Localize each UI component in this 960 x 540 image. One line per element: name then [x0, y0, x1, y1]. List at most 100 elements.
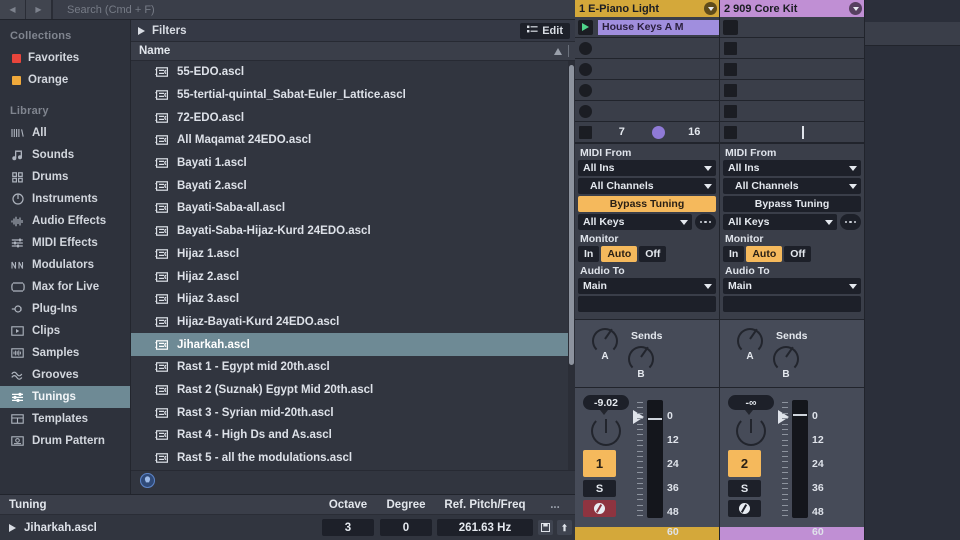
search-input[interactable]: Search (Cmd + F) [52, 0, 575, 19]
keys-select[interactable]: All Keys [578, 214, 692, 230]
list-item[interactable]: Bayati 1.ascl [131, 152, 575, 175]
sidebar-item-templates[interactable]: Templates [0, 408, 130, 430]
monitor-off-button[interactable]: Off [639, 246, 667, 262]
ref-pitch-field[interactable]: 261.63 Hz [437, 519, 533, 536]
keys-select[interactable]: All Keys [723, 214, 837, 230]
list-item[interactable]: Hijaz 3.ascl [131, 288, 575, 311]
volume-value[interactable]: -9.02 [583, 395, 629, 410]
clip-stop-button[interactable] [723, 19, 738, 35]
sidebar-item-midi-effects[interactable]: MIDI Effects [0, 232, 130, 254]
sidebar-item-sounds[interactable]: Sounds [0, 144, 130, 166]
sidebar-item-all[interactable]: All [0, 122, 130, 144]
empty-clip-slot-button[interactable] [724, 104, 737, 118]
sidebar-item-modulators[interactable]: Modulators [0, 254, 130, 276]
clip-slot[interactable] [575, 101, 719, 122]
floppy-save-icon[interactable] [538, 520, 553, 535]
audio-to-select[interactable]: Main [723, 278, 861, 294]
sidebar-item-clips[interactable]: Clips [0, 320, 130, 342]
empty-clip-slot-button[interactable] [724, 62, 737, 76]
monitor-off-button[interactable]: Off [784, 246, 812, 262]
audio-to-select[interactable]: Main [578, 278, 716, 294]
forward-arrow-icon[interactable]: ▶ [26, 0, 52, 19]
monitor-in-button[interactable]: In [723, 246, 745, 262]
clip-slot[interactable] [575, 38, 719, 59]
solo-button[interactable]: S [583, 480, 616, 497]
bypass-tuning-button[interactable]: Bypass Tuning [578, 196, 716, 212]
track-activator-button[interactable]: 1 [583, 450, 616, 477]
list-item[interactable]: Bayati 2.ascl [131, 174, 575, 197]
clip-slot[interactable]: House Keys A M [575, 17, 719, 38]
chevron-down-icon[interactable] [849, 2, 862, 15]
list-item[interactable]: Bayati-Saba-Hijaz-Kurd 24EDO.ascl [131, 220, 575, 243]
midi-channel-select[interactable]: All Channels [723, 178, 861, 194]
edit-button[interactable]: Edit [520, 22, 570, 39]
sidebar-item-audio-effects[interactable]: Audio Effects [0, 210, 130, 232]
list-item[interactable]: Rast 3 - Syrian mid-20th.ascl [131, 401, 575, 424]
clip-slot[interactable] [720, 59, 864, 80]
list-item[interactable]: Hijaz 2.ascl [131, 265, 575, 288]
list-item[interactable]: 55-EDO.ascl [131, 61, 575, 84]
list-item[interactable]: 55-tertial-quintal_Sabat-Euler_Lattice.a… [131, 84, 575, 107]
monitor-auto-button[interactable]: Auto [746, 246, 783, 262]
clip-slot[interactable] [575, 80, 719, 101]
empty-clip-slot-button[interactable] [579, 62, 592, 76]
clip-slot[interactable] [720, 17, 864, 38]
sidebar-item-grooves[interactable]: Grooves [0, 364, 130, 386]
volume-value[interactable]: -∞ [728, 395, 774, 410]
scene-row[interactable]: 7 16 [575, 122, 719, 143]
monitor-auto-button[interactable]: Auto [601, 246, 638, 262]
monitor-in-button[interactable]: In [578, 246, 600, 262]
chevron-down-icon[interactable] [704, 2, 717, 15]
track-activator-button[interactable]: 2 [728, 450, 761, 477]
empty-clip-slot-button[interactable] [724, 41, 737, 55]
sidebar-item-max-for-live[interactable]: Max for Live [0, 276, 130, 298]
file-list[interactable]: 55-EDO.ascl 55-tertial-quintal_Sabat-Eule… [131, 61, 575, 470]
list-column-header[interactable]: Name [131, 42, 575, 61]
clip-stop-button[interactable] [579, 125, 592, 139]
degree-field[interactable]: 0 [380, 519, 432, 536]
volume-fader[interactable] [792, 400, 808, 518]
volume-fader[interactable] [647, 400, 663, 518]
pan-knob[interactable] [591, 416, 621, 446]
clip-slot[interactable] [575, 59, 719, 80]
track-header[interactable]: 2 909 Core Kit [720, 0, 864, 17]
octave-field[interactable]: 3 [322, 519, 374, 536]
pan-knob[interactable] [736, 416, 766, 446]
file-list-scrollbar[interactable] [568, 61, 575, 470]
list-item[interactable]: All Maqamat 24EDO.ascl [131, 129, 575, 152]
scene-indicator-icon[interactable] [651, 125, 665, 139]
send-a-knob[interactable]: A [592, 328, 618, 362]
back-arrow-icon[interactable]: ◀ [0, 0, 26, 19]
sidebar-item-drums[interactable]: Drums [0, 166, 130, 188]
clip-slot[interactable] [720, 80, 864, 101]
scene-row[interactable] [720, 122, 864, 143]
sidebar-item-favorites[interactable]: Favorites [0, 47, 130, 69]
empty-clip-slot-button[interactable] [724, 83, 737, 97]
list-item[interactable]: Rast 2 (Suznak) Egypt Mid 20th.ascl [131, 379, 575, 402]
audio-to-subfield[interactable] [578, 296, 716, 312]
sidebar-item-tunings[interactable]: Tunings [0, 386, 130, 408]
sidebar-item-samples[interactable]: Samples [0, 342, 130, 364]
sidebar-item-orange[interactable]: Orange [0, 69, 130, 91]
list-item[interactable]: Hijaz-Bayati-Kurd 24EDO.ascl [131, 311, 575, 334]
sidebar-item-plug-ins[interactable]: Plug-Ins [0, 298, 130, 320]
filters-bar[interactable]: Filters Edit [131, 20, 575, 42]
record-arm-button[interactable] [728, 500, 761, 517]
more-options-icon[interactable] [695, 214, 716, 230]
sort-ascending-icon[interactable] [554, 47, 562, 55]
send-b-knob[interactable]: B [773, 346, 799, 380]
list-item[interactable]: Rast 5 - all the modulations.ascl [131, 447, 575, 470]
clip-stop-button[interactable] [724, 125, 737, 139]
clip-play-button[interactable] [578, 19, 593, 35]
empty-clip-slot-button[interactable] [579, 41, 592, 55]
solo-button[interactable]: S [728, 480, 761, 497]
track-header[interactable]: 1 E-Piano Light [575, 0, 719, 17]
sidebar-item-instruments[interactable]: Instruments [0, 188, 130, 210]
send-a-knob[interactable]: A [737, 328, 763, 362]
list-item[interactable]: Jiharkah.ascl [131, 333, 575, 356]
more-col-header[interactable]: ... [535, 499, 575, 511]
midi-from-select[interactable]: All Ins [723, 160, 861, 176]
list-item[interactable]: Rast 1 - Egypt mid 20th.ascl [131, 356, 575, 379]
globe-icon[interactable] [139, 472, 156, 493]
bypass-tuning-button[interactable]: Bypass Tuning [723, 196, 861, 212]
